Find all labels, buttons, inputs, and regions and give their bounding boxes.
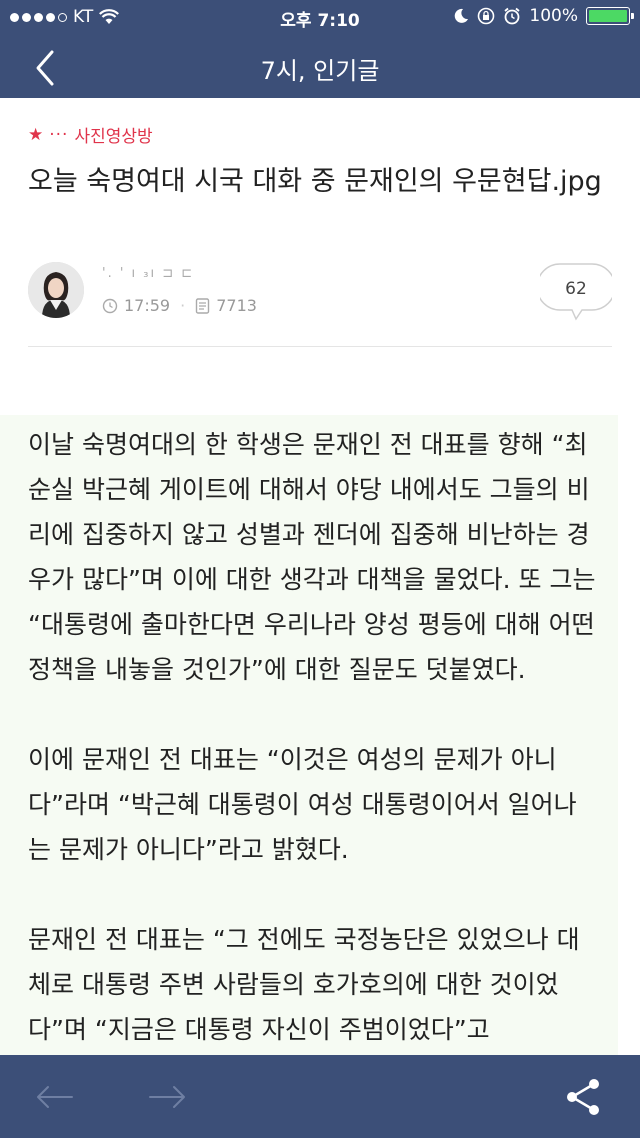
document-icon [196, 297, 210, 314]
nav-title: 7시, 인기글 [260, 57, 380, 85]
author-name[interactable]: '. ' ı ₃ı ⊐ ⊏ [102, 266, 194, 281]
clock-icon [102, 298, 118, 313]
top-bar: KT 오후 7:10 100% 7시, 인기글 [0, 0, 640, 98]
arrow-right-icon[interactable] [144, 1073, 192, 1121]
comment-count[interactable]: 62 [540, 279, 612, 299]
article-paragraph: 이날 숙명여대의 한 학생은 문재인 전 대표를 향해 “최순실 박근혜 게이트… [28, 430, 596, 684]
avatar[interactable] [28, 262, 84, 318]
board-name: 사진영상방 [74, 127, 153, 147]
article-paragraph: 이에 문재인 전 대표는 “이것은 여성의 문제가 아니다”라며 “박근혜 대통… [28, 745, 577, 864]
post-meta: 17:59 · 7713 [102, 296, 257, 315]
nav-bar: 7시, 인기글 [0, 34, 640, 98]
battery-percent: 100% [529, 6, 578, 26]
rotation-lock-icon [478, 7, 495, 25]
board-ellipsis: ··· [49, 124, 69, 145]
view-count: 7713 [216, 296, 257, 315]
board-breadcrumb[interactable]: ★ ··· 사진영상방 [28, 122, 153, 148]
post-title: 오늘 숙명여대 시국 대화 중 문재인의 우문현답.jpg [28, 166, 602, 197]
post-time: 17:59 [124, 296, 171, 315]
status-bar: KT 오후 7:10 100% [0, 0, 640, 34]
moon-icon [455, 8, 469, 23]
bottom-toolbar [0, 1055, 640, 1138]
alarm-icon [504, 7, 520, 25]
meta-separator: · [180, 296, 186, 315]
arrow-left-icon[interactable] [30, 1073, 78, 1121]
battery-icon [586, 7, 634, 25]
article-content: 이날 숙명여대의 한 학생은 문재인 전 대표를 향해 “최순실 박근혜 게이트… [0, 415, 618, 1055]
header-divider [28, 346, 612, 347]
article-paragraph: 문재인 전 대표는 “그 전에도 국정농단은 있었으나 대체로 대통령 주변 사… [28, 925, 580, 1044]
share-icon[interactable] [560, 1073, 608, 1121]
favorite-star-icon: ★ [28, 124, 44, 145]
